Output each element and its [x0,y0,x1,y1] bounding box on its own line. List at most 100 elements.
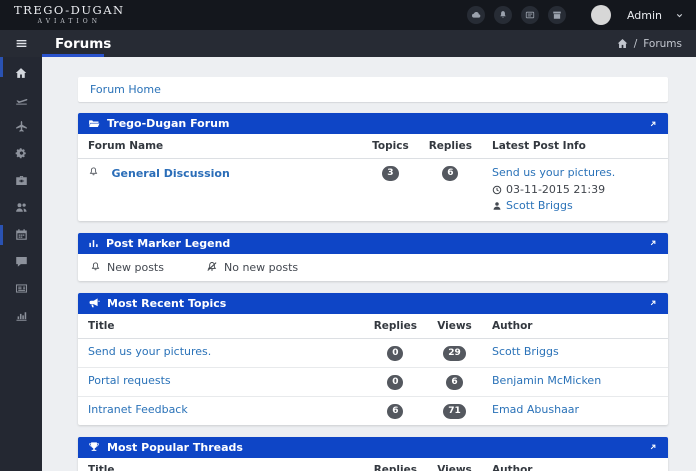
replies-badge: 0 [387,375,403,390]
page-title: Forums [55,36,111,52]
breadcrumb-home-icon[interactable] [617,38,628,49]
col-author: Author [482,458,668,471]
sidebar-nav [0,57,42,471]
top-navbar: TREGO-DUGAN AVIATION Admin [0,0,696,30]
col-author: Author [482,314,668,339]
col-forum-name: Forum Name [78,134,362,159]
sidebar-item-plane-icon[interactable] [0,113,42,140]
latest-post-link[interactable]: Send us your pictures. [492,166,615,179]
topic-row: Send us your pictures. 0 29 Scott Briggs [78,338,668,367]
new-posts-bell-icon [88,166,99,178]
sidebar-item-gears-icon[interactable] [0,140,42,167]
clock-icon [492,185,502,195]
replies-badge: 0 [387,346,403,361]
main-forum-panel: Trego-Dugan Forum Forum Name Topics Repl… [78,113,668,221]
topic-link[interactable]: Intranet Feedback [88,403,188,416]
recent-topics-header: Most Recent Topics [78,293,668,314]
author-link[interactable]: Emad Abushaar [492,403,579,416]
archive-icon[interactable] [548,6,566,24]
forum-home-link[interactable]: Forum Home [90,83,161,96]
sidebar-item-comment-icon[interactable] [0,248,42,275]
views-badge: 6 [446,375,462,390]
expand-arrow-icon[interactable] [648,119,658,129]
bell-icon[interactable] [494,6,512,24]
post-marker-legend-panel: Post Marker Legend New posts No new post [78,233,668,281]
replies-badge: 6 [442,166,458,181]
popular-threads-title: Most Popular Threads [107,441,243,454]
forum-home-bar: Forum Home [78,77,668,102]
topic-row: Intranet Feedback 6 71 Emad Abushaar [78,396,668,425]
popular-threads-table: Title Replies Views Author Intranet Feed… [78,458,668,471]
logo-line2: AVIATION [14,19,125,25]
sidebar-indicator [0,57,3,77]
topbar-actions: Admin [467,5,684,25]
author-link[interactable]: Benjamin McMicken [492,374,601,387]
logo-line1: TREGO-DUGAN [14,5,125,17]
main-forum-table: Forum Name Topics Replies Latest Post In… [78,134,668,221]
stats-icon [88,238,99,249]
main-forum-panel-header: Trego-Dugan Forum [78,113,668,134]
latest-post-author-link[interactable]: Scott Briggs [506,198,573,215]
legend-new-posts: New posts [90,261,164,274]
legend-no-new-posts: No new posts [206,261,298,274]
topic-row: Portal requests 0 6 Benjamin McMicken [78,367,668,396]
col-title: Title [78,314,364,339]
topic-link[interactable]: Send us your pictures. [88,345,211,358]
sidebar-item-users-icon[interactable] [0,194,42,221]
legend-panel-header: Post Marker Legend [78,233,668,254]
forum-link[interactable]: General Discussion [112,167,230,180]
user-icon [492,201,502,211]
breadcrumb: / Forums [617,38,682,50]
chevron-down-icon[interactable] [675,11,684,20]
col-topics: Topics [362,134,419,159]
sidebar-item-bar-chart-icon[interactable] [0,302,42,329]
sidebar-item-flight-departure-icon[interactable] [0,86,42,113]
user-name[interactable]: Admin [627,9,662,22]
sidebar-item-calendar-icon[interactable] [0,221,42,248]
forum-row: General Discussion 3 6 Send us your pict… [78,159,668,221]
sidebar-item-home-icon[interactable] [0,59,42,86]
bell-slash-icon [206,261,218,273]
legend-panel-title: Post Marker Legend [106,237,230,250]
legend-no-new-posts-label: No new posts [224,261,298,274]
popular-threads-panel: Most Popular Threads Title Replies Views… [78,437,668,471]
views-badge: 29 [443,346,466,361]
expand-arrow-icon[interactable] [648,298,658,308]
folder-open-icon [88,118,100,130]
col-replies: Replies [419,134,482,159]
author-link[interactable]: Scott Briggs [492,345,559,358]
latest-post-datetime: 03-11-2015 21:39 [506,182,605,199]
cloud-icon[interactable] [467,6,485,24]
col-views: Views [427,314,482,339]
sidebar-item-newspaper-icon[interactable] [0,275,42,302]
table-header-row: Title Replies Views Author [78,458,668,471]
legend-new-posts-label: New posts [107,261,164,274]
expand-arrow-icon[interactable] [648,442,658,452]
menu-toggle-icon[interactable] [0,37,42,50]
recent-topics-panel: Most Recent Topics Title Replies Views A… [78,293,668,425]
table-header-row: Title Replies Views Author [78,314,668,339]
sidebar-item-briefcase-icon[interactable] [0,167,42,194]
recent-topics-title: Most Recent Topics [107,297,226,310]
popular-threads-header: Most Popular Threads [78,437,668,458]
expand-arrow-icon[interactable] [648,238,658,248]
col-latest-post-info: Latest Post Info [482,134,668,159]
sidebar-indicator [0,225,3,245]
topics-badge: 3 [382,166,398,181]
col-views: Views [427,458,482,471]
trophy-icon [88,441,100,453]
views-badge: 71 [443,404,466,419]
legend-body: New posts No new posts [78,254,668,281]
main-forum-panel-title: Trego-Dugan Forum [107,117,229,130]
user-avatar[interactable] [591,5,611,25]
bell-icon [90,261,101,273]
breadcrumb-current: Forums [643,38,682,50]
bullhorn-icon [88,297,100,309]
col-title: Title [78,458,364,471]
page-header-bar: Forums / Forums [0,30,696,57]
col-replies: Replies [364,458,427,471]
col-replies: Replies [364,314,427,339]
topic-link[interactable]: Portal requests [88,374,171,387]
replies-badge: 6 [387,404,403,419]
messages-icon[interactable] [521,6,539,24]
